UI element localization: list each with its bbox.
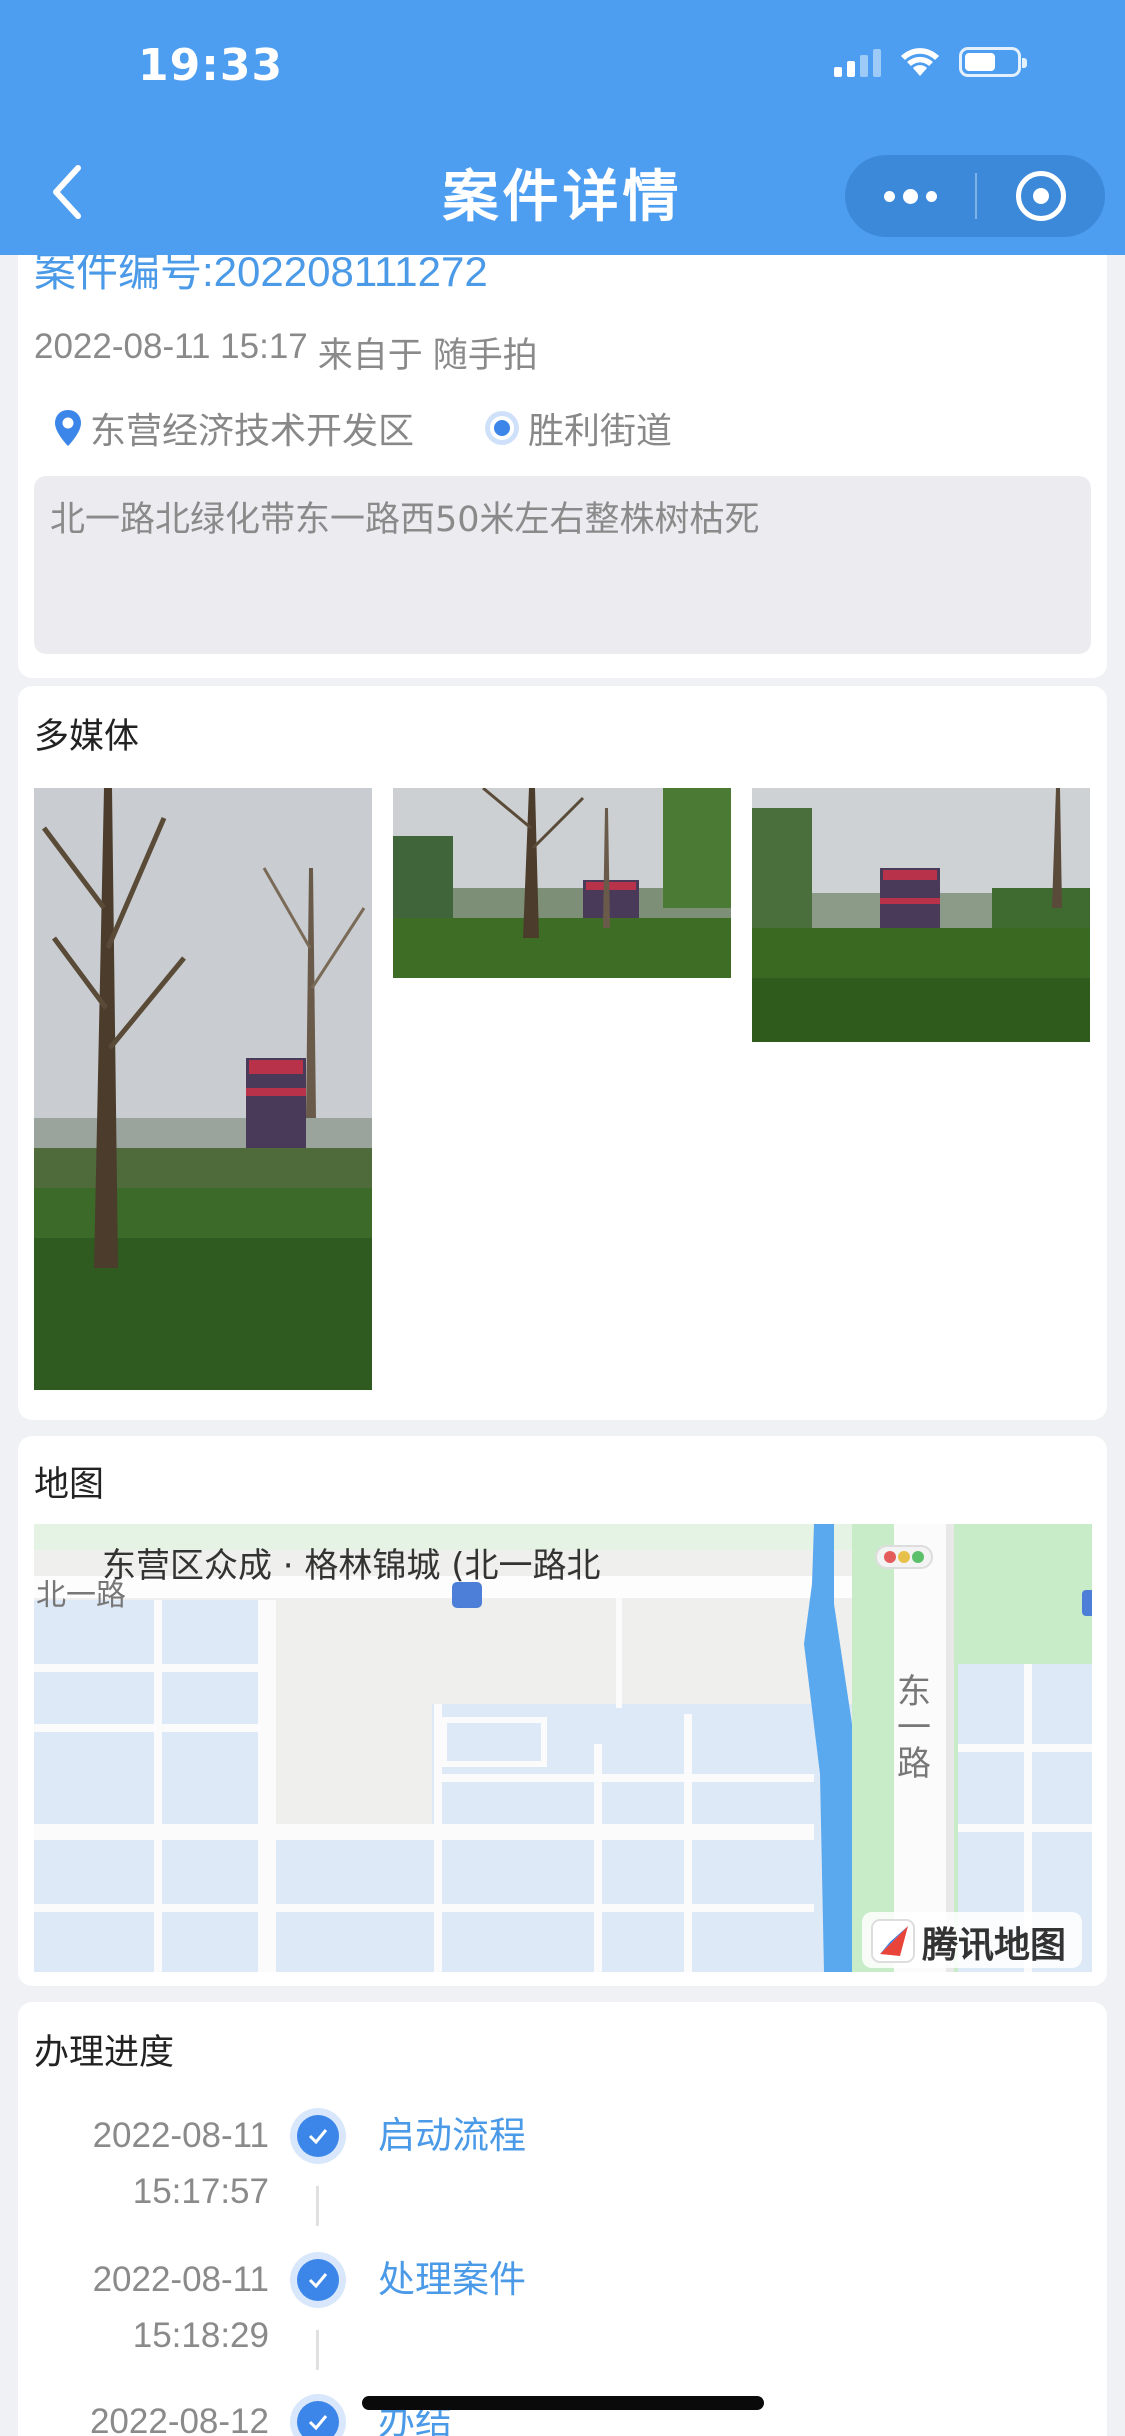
- road-label-left: 北一路: [36, 1578, 126, 1613]
- step-date: 2022-08-11: [92, 2260, 269, 2299]
- tall-tree-photo[interactable]: [34, 788, 372, 1390]
- battery-level: [965, 53, 995, 71]
- case-description: 北一路北绿化带东一路西50米左右整株树枯死: [34, 476, 1091, 654]
- map-location-label: 东营区众成 · 格林锦城 (北一路北: [102, 1546, 601, 1586]
- target-icon: [485, 411, 520, 445]
- step-date: 2022-08-11: [92, 2116, 269, 2155]
- case-meta: 2022-08-11 15:17 来自于 随手拍: [34, 327, 538, 378]
- signal-icon: [834, 47, 881, 77]
- timeline-step: 2022-08-11 15:17:57 启动流程: [18, 2108, 1107, 2226]
- map-provider: 腾讯地图: [922, 1925, 1067, 1966]
- record-close-icon[interactable]: [977, 155, 1105, 237]
- district-label: 东营经济技术开发区: [90, 411, 415, 452]
- progress-title: 办理进度: [34, 2033, 175, 2073]
- more-dots-icon[interactable]: [845, 155, 975, 237]
- timeline-connector: [316, 2186, 319, 2226]
- case-source-prefix: 来自于: [317, 336, 423, 375]
- location-pin-icon: [55, 410, 81, 446]
- street-label: 胜利街道: [528, 411, 673, 452]
- top-bar: 19:33 案件详情: [0, 0, 1125, 255]
- road-label-right: 东一路: [897, 1672, 931, 1784]
- wifi-icon: [901, 48, 939, 76]
- field-photo[interactable]: [752, 788, 1090, 1042]
- timeline-connector: [316, 2330, 319, 2370]
- step-date: 2022-08-12: [89, 2402, 269, 2436]
- timeline-step: 2022-08-11 15:18:29 处理案件: [18, 2252, 1107, 2370]
- check-icon: [290, 2252, 346, 2308]
- step-time: 15:18:29: [132, 2316, 269, 2355]
- check-icon: [290, 2394, 346, 2436]
- case-source: 随手拍: [432, 336, 538, 375]
- map-card: 地图 东营区众成 · 格林锦城 (北一路北 北一路 东一路 腾讯地图: [18, 1436, 1107, 1986]
- location-row: 东营经济技术开发区 胜利街道: [52, 402, 740, 454]
- case-info-card: 案件编号:202208111272 2022-08-11 15:17 来自于 随…: [18, 230, 1107, 678]
- media-title: 多媒体: [34, 717, 140, 757]
- menu-capsule: [845, 155, 1105, 237]
- progress-card: 办理进度 2022-08-11 15:17:57 启动流程 2022-08-11…: [18, 2002, 1107, 2436]
- status-icons: [834, 46, 1027, 78]
- step-time: 15:17:57: [132, 2172, 269, 2211]
- street-item: 胜利街道: [482, 402, 672, 454]
- map-block: [274, 1834, 434, 1972]
- check-icon: [290, 2108, 346, 2164]
- step-label[interactable]: 启动流程: [378, 2110, 526, 2162]
- home-indicator: [362, 2396, 764, 2410]
- map-title: 地图: [34, 1465, 105, 1505]
- status-time: 19:33: [138, 40, 284, 91]
- map-view[interactable]: 东营区众成 · 格林锦城 (北一路北 北一路 东一路 腾讯地图: [34, 1524, 1092, 1972]
- step-label[interactable]: 处理案件: [378, 2254, 526, 2306]
- district-item: 东营经济技术开发区: [52, 402, 414, 454]
- battery-icon: [959, 47, 1027, 77]
- case-detail-page: 19:33 案件详情 案件编号:202208111272 2022-08-11 …: [0, 0, 1125, 2436]
- trees-wide-photo[interactable]: [393, 788, 731, 978]
- case-date: 2022-08-11 15:17: [34, 327, 308, 366]
- media-card: 多媒体: [18, 686, 1107, 1420]
